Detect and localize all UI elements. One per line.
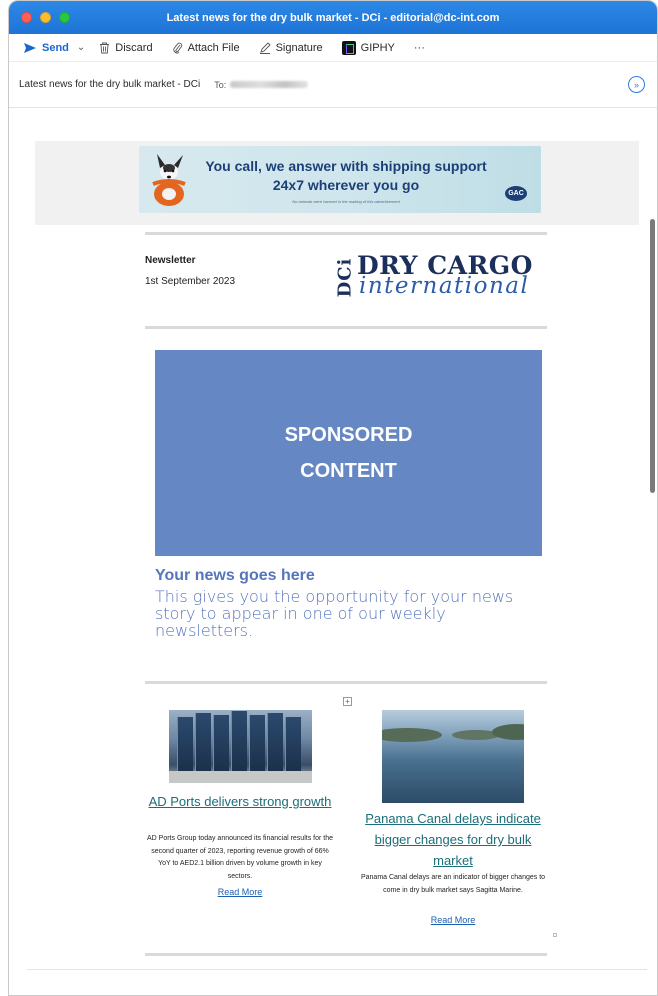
ad-headline-line2: 24x7 wherever you go <box>272 177 420 193</box>
resize-handle[interactable] <box>553 933 557 937</box>
story-1-summary: AD Ports Group today announced its finan… <box>147 835 333 880</box>
story-2-summary: Panama Canal delays are an indicator of … <box>360 874 546 894</box>
send-button[interactable]: Send <box>23 42 69 54</box>
sponsored-content-block[interactable]: SPONSORED CONTENT <box>155 350 542 556</box>
ad-ports-building-image[interactable] <box>169 710 312 783</box>
paperclip-icon <box>172 42 182 53</box>
panama-canal-ships-image[interactable] <box>382 710 524 803</box>
your-news-body: This gives you the opportunity for your … <box>155 587 514 640</box>
window-title: Latest news for the dry bulk market - DC… <box>166 11 500 24</box>
send-options-chevron-down-icon[interactable]: ⌄ <box>77 42 85 53</box>
email-body: You call, we answer with shipping suppor… <box>35 141 639 956</box>
logo-international-text: international <box>359 273 530 299</box>
close-window-button[interactable] <box>21 12 32 23</box>
zoom-window-button[interactable] <box>59 12 70 23</box>
story-2-read-more-link[interactable]: Read More <box>355 915 551 925</box>
giphy-button[interactable]: GIPHY <box>341 40 395 55</box>
minimize-window-button[interactable] <box>40 12 51 23</box>
your-news-title: Your news goes here <box>155 567 315 584</box>
discard-label: Discard <box>115 41 153 54</box>
section-divider <box>145 953 547 956</box>
to-label: To: <box>214 79 227 90</box>
gac-logo: GAC <box>505 186 527 201</box>
logo-dci-mark: DCi <box>334 257 356 298</box>
dry-cargo-international-logo: DCi DRY CARGO international <box>334 251 549 301</box>
giphy-icon <box>341 40 356 55</box>
signature-label: Signature <box>275 41 323 54</box>
window-controls <box>21 12 70 23</box>
mail-compose-window: Latest news for the dry bulk market - DC… <box>8 0 658 996</box>
expand-header-chevron-icon[interactable]: » <box>628 76 645 93</box>
discard-button[interactable]: Discard <box>99 41 153 54</box>
giphy-label: GIPHY <box>360 41 395 54</box>
ad-disclaimer: No animals were harmed in the making of … <box>292 199 400 204</box>
title-bar: Latest news for the dry bulk market - DC… <box>9 1 657 34</box>
newsletter-date: 1st September 2023 <box>145 276 236 287</box>
subject-bar: Latest news for the dry bulk market - DC… <box>9 62 657 108</box>
divider <box>27 969 647 970</box>
section-divider <box>145 326 547 329</box>
more-options-label: ··· <box>413 41 425 54</box>
newsletter-label: Newsletter <box>145 255 196 266</box>
vertical-scrollbar[interactable] <box>650 219 655 493</box>
story-2-title-link[interactable]: Panama Canal delays indicate bigger chan… <box>355 808 551 871</box>
attach-file-button[interactable]: Attach File <box>172 42 240 54</box>
subject-text[interactable]: Latest news for the dry bulk market - DC… <box>19 79 200 90</box>
table-handle-plus-icon[interactable]: + <box>343 697 352 706</box>
story-1-title-link[interactable]: AD Ports delivers strong growth <box>145 791 335 812</box>
compose-toolbar: Send ⌄ Discard Attach File Signature GIP… <box>9 34 657 62</box>
send-label: Send <box>42 41 69 54</box>
ad-banner-strip: You call, we answer with shipping suppor… <box>35 141 639 225</box>
send-icon <box>24 42 36 53</box>
signature-pen-icon <box>259 41 271 54</box>
story-1-read-more-link[interactable]: Read More <box>145 887 335 897</box>
section-divider <box>145 232 547 235</box>
sponsored-line1: SPONSORED <box>284 424 413 446</box>
gac-advertisement[interactable]: You call, we answer with shipping suppor… <box>139 146 541 213</box>
recipient-name-redacted[interactable] <box>230 81 309 88</box>
ad-headline-line1: You call, we answer with shipping suppor… <box>205 158 487 174</box>
section-divider <box>145 681 547 684</box>
signature-button[interactable]: Signature <box>259 42 323 54</box>
sponsored-line2: CONTENT <box>300 460 397 482</box>
trash-icon <box>100 42 110 53</box>
dog-with-phone-illustration <box>152 154 186 206</box>
more-options-button[interactable]: ··· <box>414 42 425 54</box>
attach-file-label: Attach File <box>187 41 240 54</box>
